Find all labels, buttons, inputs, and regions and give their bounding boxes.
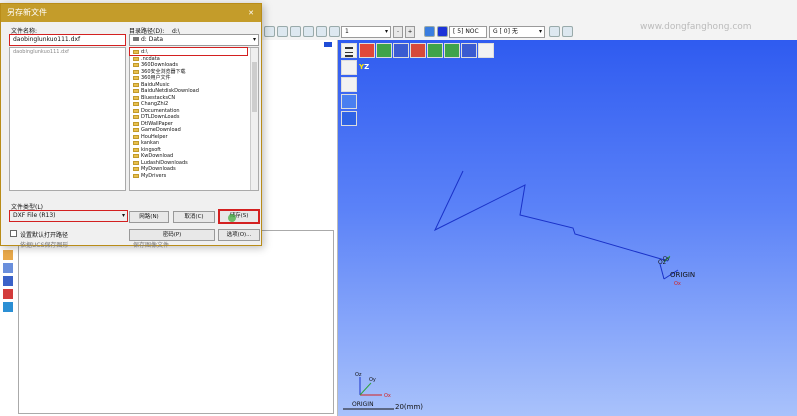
origin-x-label: Ox [674, 281, 681, 287]
origin-y-label: Oy [663, 256, 670, 262]
color-cube-icon[interactable] [424, 26, 435, 37]
window-zoom-icon[interactable] [316, 26, 327, 37]
tool-blue-icon[interactable] [3, 302, 13, 312]
drive-value: d: Data [141, 36, 164, 43]
corner-axes: Oz Oy Ox ORIGIN 20(mm) [343, 372, 423, 411]
folder-icon [133, 147, 139, 152]
folder-icon [133, 63, 139, 68]
filename-input[interactable]: daobinglunkuo111.dxf [9, 34, 126, 46]
pan-icon[interactable] [277, 26, 288, 37]
corner-x-label: Ox [384, 393, 391, 399]
layer-minus-button[interactable]: - [393, 26, 403, 38]
drive-select[interactable]: d: Data ▾ [129, 34, 259, 46]
tool-red-icon[interactable] [3, 289, 13, 299]
folder-scrollbar[interactable] [250, 48, 258, 190]
cancel-button[interactable]: 取消(C) [173, 211, 215, 223]
folder-list[interactable]: d:\ .ncdata 360Downloads 360安全浏览器下载 360用户文件… [129, 47, 259, 191]
layer-value: 1 [345, 28, 349, 35]
layer-plus-button[interactable]: + [405, 26, 415, 38]
scale-label: 20(mm) [395, 403, 423, 411]
folder-icon [133, 82, 139, 87]
panel-marker-icon [324, 42, 332, 47]
group-value: G [ 0] 无 [493, 28, 518, 35]
layer-select[interactable]: 1 ▾ [341, 26, 391, 38]
save-as-dialog: 另存新文件 ✕ 文件名称: daobinglunkuo111.dxf 目录路径(… [0, 3, 262, 249]
corner-y-label: Oy [369, 377, 376, 383]
pencil-icon[interactable] [3, 250, 13, 260]
folder-icon [133, 95, 139, 100]
folder-icon [133, 154, 139, 159]
corner-origin-label: ORIGIN [352, 401, 374, 408]
zoom-in-icon[interactable] [264, 26, 275, 37]
color-swatch-icon[interactable] [437, 26, 448, 37]
corner-axis-y [359, 382, 372, 396]
folder-icon [133, 102, 139, 107]
viewport[interactable]: YZ Oz Oy Ox ORIGIN Oz Oy Ox ORIGIN 20(mm… [338, 40, 797, 416]
save-group-label: 保存图像文件 [133, 242, 170, 249]
folder-icon [133, 108, 139, 113]
corner-z-label: Oz [355, 372, 362, 378]
color-select[interactable]: [ 5] NOC [449, 26, 487, 38]
folder-icon [133, 89, 139, 94]
layer-tool-icon[interactable] [549, 26, 560, 37]
save-button[interactable]: 储存(S) [218, 209, 260, 224]
shape-icon[interactable] [3, 263, 13, 273]
scroll-thumb[interactable] [252, 62, 257, 112]
dialog-title: 另存新文件 [7, 8, 47, 17]
folder-icon [133, 141, 139, 146]
color-index-value: [ 5] NOC [453, 28, 479, 35]
close-icon[interactable]: ✕ [245, 7, 257, 19]
folder-icon [133, 76, 139, 81]
filetype-value: DXF File (R13) [13, 212, 56, 219]
chevron-down-icon: ▾ [121, 212, 125, 219]
file-list[interactable]: daobinglunkuo111.dxf [9, 47, 126, 191]
current-folder-highlight [129, 47, 248, 56]
folder-icon [133, 160, 139, 165]
filename-value: daobinglunkuo111.dxf [13, 36, 81, 43]
click-indicator-icon [228, 214, 236, 222]
folder-item[interactable]: MyDrivers [133, 173, 255, 180]
folder-icon [133, 128, 139, 133]
folder-icon [133, 56, 139, 61]
origin-label: ORIGIN [670, 271, 695, 279]
folder-icon [133, 173, 139, 178]
folder-icon [133, 115, 139, 120]
redraw-icon[interactable] [329, 26, 340, 37]
rotate-icon[interactable] [290, 26, 301, 37]
origin-axis-z [659, 263, 665, 280]
group-select[interactable]: G [ 0] 无 ▾ [489, 26, 545, 38]
folder-icon [133, 69, 139, 74]
options-button[interactable]: 选项(O)... [218, 229, 260, 241]
folder-icon [133, 167, 139, 172]
profile-polyline [433, 170, 669, 262]
default-path-checkbox[interactable] [10, 230, 17, 237]
folder-name: MyDrivers [141, 172, 167, 179]
folder-icon [133, 134, 139, 139]
fit-icon[interactable] [303, 26, 314, 37]
chevron-down-icon: ▾ [384, 28, 388, 35]
drive-icon [133, 37, 139, 41]
drawing-canvas[interactable]: Oz Oy Ox ORIGIN Oz Oy Ox ORIGIN 20(mm) [338, 40, 797, 416]
dialog-titlebar: 另存新文件 [1, 4, 261, 22]
ucs-label: 依据UCS保存图形 [20, 242, 69, 249]
left-lower-pane [18, 230, 334, 414]
filetype-select[interactable]: DXF File (R13) ▾ [9, 210, 128, 222]
folder-icon [133, 121, 139, 126]
origin-marker: Oz Oy Ox ORIGIN [658, 255, 695, 287]
file-list-item[interactable]: daobinglunkuo111.dxf [10, 48, 125, 56]
watermark: www.dongfanghong.com [640, 22, 752, 32]
chevron-down-icon: ▾ [538, 28, 542, 35]
default-path-label: 设置默认打开路径 [20, 232, 69, 239]
stack-icon[interactable] [3, 276, 13, 286]
chevron-down-icon: ▾ [252, 36, 256, 43]
group-tool-icon[interactable] [562, 26, 573, 37]
network-button[interactable]: 网路(N) [129, 211, 169, 223]
folder-items: .ncdata 360Downloads 360安全浏览器下载 360用户文件 Baid… [133, 56, 255, 180]
